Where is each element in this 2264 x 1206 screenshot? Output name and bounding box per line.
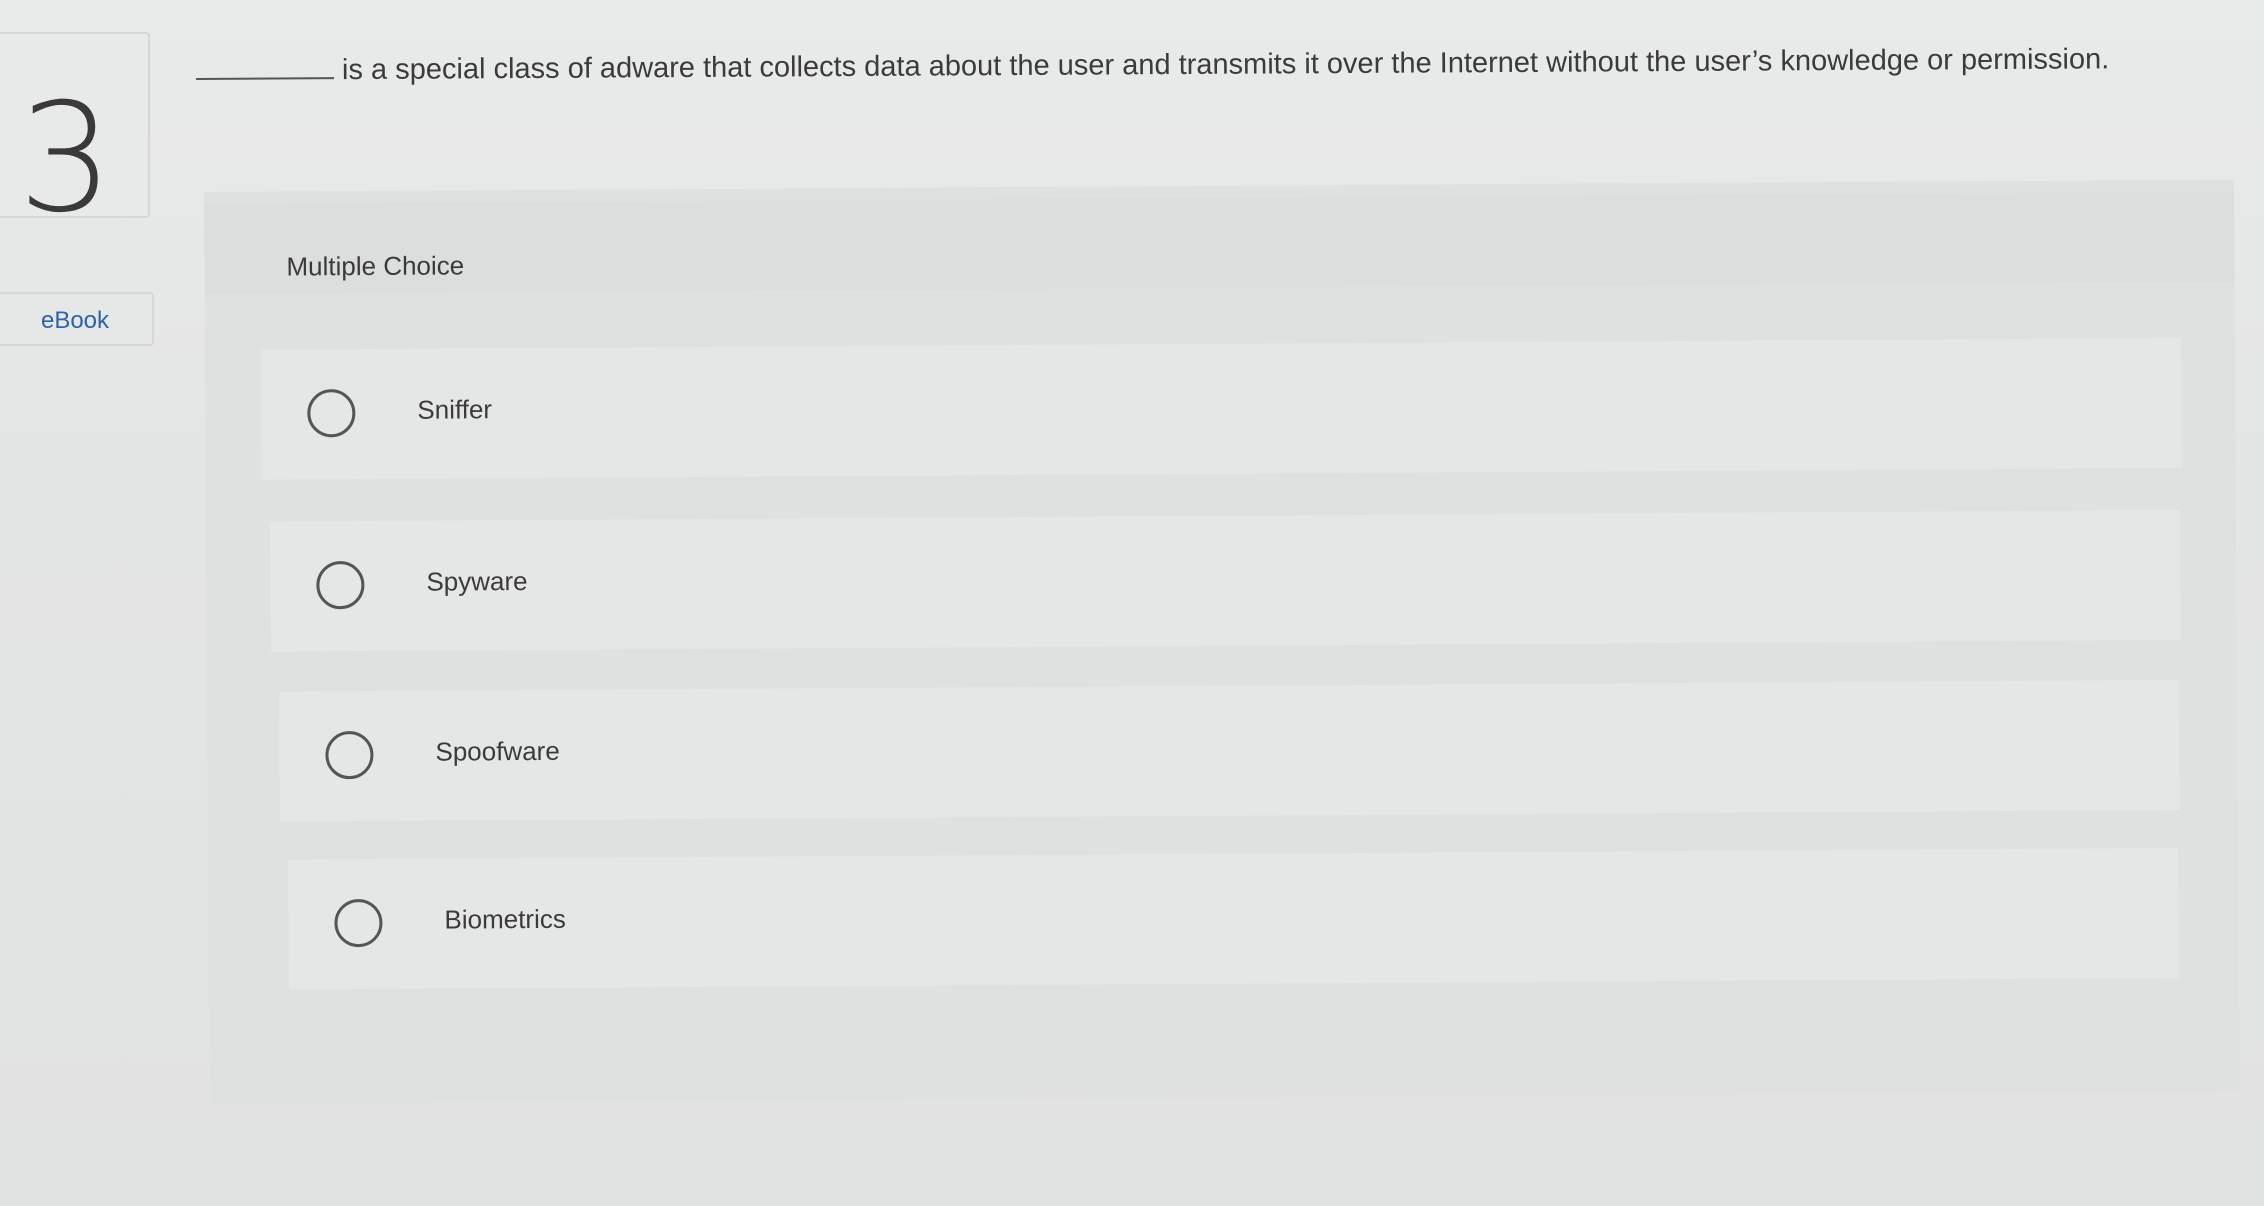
choice-biometrics[interactable]: Biometrics [288, 847, 2179, 990]
radio-button[interactable] [307, 389, 356, 438]
choice-label: Spyware [426, 566, 528, 597]
ebook-button[interactable]: eBook [0, 292, 154, 346]
answer-blank [195, 51, 335, 80]
multiple-choice-panel: Multiple Choice Sniffer Spyware Spoofwar… [204, 179, 2240, 1104]
radio-button[interactable] [325, 730, 374, 780]
panel-header: Multiple Choice [204, 191, 2235, 294]
panel-title: Multiple Choice [286, 250, 465, 282]
choice-label: Sniffer [417, 394, 493, 425]
choice-sniffer[interactable]: Sniffer [260, 337, 2182, 480]
question-prompt: is a special class of adware that collec… [195, 40, 2196, 89]
question-text: is a special class of adware that collec… [341, 43, 2110, 87]
question-number-box: 3 [0, 32, 150, 234]
choice-spoofware[interactable]: Spoofware [279, 679, 2180, 822]
radio-button[interactable] [334, 898, 383, 948]
radio-button[interactable] [316, 561, 365, 610]
choice-label: Biometrics [444, 903, 566, 935]
choice-spyware[interactable]: Spyware [270, 509, 2181, 652]
question-number: 3 [18, 72, 114, 246]
choice-label: Spoofware [435, 735, 560, 767]
